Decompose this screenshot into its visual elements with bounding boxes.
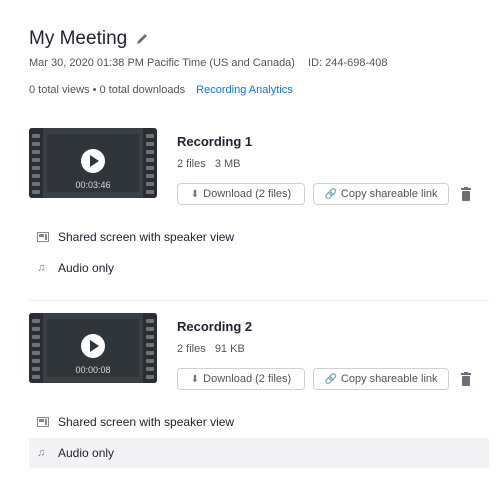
- copy-link-label: Copy shareable link: [340, 188, 438, 200]
- recording-info: 2 files 3 MB: [177, 158, 241, 170]
- download-icon: ⬇: [190, 188, 200, 200]
- meeting-header: My Meeting: [29, 28, 149, 50]
- file-count: 2 files: [177, 158, 206, 170]
- trash-icon[interactable]: [460, 372, 472, 386]
- file-item-label: Shared screen with speaker view: [58, 230, 235, 244]
- file-item-audio-only[interactable]: ♫ Audio only: [29, 438, 489, 468]
- download-icon: ⬇: [190, 373, 200, 385]
- trash-icon[interactable]: [460, 187, 472, 201]
- meeting-title: My Meeting: [29, 28, 128, 49]
- screen-icon: [37, 232, 49, 242]
- recording-2-thumbnail[interactable]: 00:00:08: [29, 313, 157, 383]
- recording-1-thumbnail[interactable]: 00:03:46: [29, 128, 157, 198]
- play-icon[interactable]: [81, 334, 105, 358]
- file-count: 2 files: [177, 343, 206, 355]
- views-downloads-count: 0 total views • 0 total downloads: [29, 84, 186, 96]
- recording-info: 2 files 91 KB: [177, 343, 245, 355]
- download-button[interactable]: ⬇ Download (2 files): [177, 368, 305, 390]
- pencil-icon[interactable]: [135, 32, 149, 46]
- file-item-shared-screen[interactable]: Shared screen with speaker view: [29, 223, 489, 251]
- file-item-audio-only[interactable]: ♫ Audio only: [29, 254, 489, 282]
- meeting-datetime: Mar 30, 2020 01:38 PM Pacific Time (US a…: [29, 57, 295, 69]
- file-item-label: Audio only: [58, 446, 115, 460]
- file-item-label: Shared screen with speaker view: [58, 415, 235, 429]
- download-button[interactable]: ⬇ Download (2 files): [177, 183, 305, 205]
- file-item-label: Audio only: [58, 261, 115, 275]
- file-size: 3 MB: [214, 158, 241, 170]
- music-note-icon: ♫: [37, 447, 46, 459]
- recording-analytics-link[interactable]: Recording Analytics: [196, 84, 293, 96]
- music-note-icon: ♫: [37, 262, 46, 274]
- play-icon[interactable]: [81, 149, 105, 173]
- file-item-shared-screen[interactable]: Shared screen with speaker view: [29, 408, 489, 436]
- copy-link-button[interactable]: 🔗 Copy shareable link: [313, 183, 449, 205]
- recording-title: Recording 1: [177, 134, 253, 149]
- link-icon: 🔗: [324, 188, 337, 200]
- download-label: Download (2 files): [203, 373, 292, 385]
- recording-duration: 00:00:08: [75, 365, 111, 375]
- link-icon: 🔗: [324, 373, 337, 385]
- download-label: Download (2 files): [203, 188, 292, 200]
- screen-icon: [37, 417, 49, 427]
- meeting-meta: Mar 30, 2020 01:38 PM Pacific Time (US a…: [29, 57, 388, 69]
- meeting-id: ID: 244-698-408: [308, 57, 388, 69]
- recording-title: Recording 2: [177, 319, 253, 334]
- file-size: 91 KB: [214, 343, 245, 355]
- copy-link-button[interactable]: 🔗 Copy shareable link: [313, 368, 449, 390]
- recording-duration: 00:03:46: [75, 180, 111, 190]
- copy-link-label: Copy shareable link: [340, 373, 438, 385]
- recording-divider: [29, 300, 489, 301]
- meeting-stats: 0 total views • 0 total downloads Record…: [29, 84, 293, 96]
- recording-details-page: My Meeting Mar 30, 2020 01:38 PM Pacific…: [0, 0, 500, 500]
